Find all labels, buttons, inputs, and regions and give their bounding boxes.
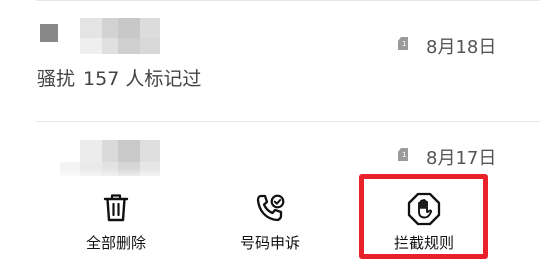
number-appeal-label: 号码申诉 bbox=[239, 234, 300, 252]
blurred-number bbox=[36, 18, 166, 58]
delete-all-label: 全部删除 bbox=[85, 234, 146, 252]
call-tag: 骚扰 bbox=[37, 68, 76, 90]
top-divider bbox=[36, 0, 540, 1]
sim-card-icon: 1 bbox=[398, 37, 408, 50]
row-divider bbox=[36, 121, 540, 122]
trash-icon bbox=[101, 192, 131, 228]
number-appeal-button[interactable]: 号码申诉 bbox=[200, 188, 340, 258]
faded-description bbox=[36, 168, 366, 184]
phone-appeal-icon bbox=[253, 192, 287, 228]
call-tag-description: 骚扰 157 人标记过 bbox=[37, 64, 201, 91]
call-date: 8月18日 bbox=[426, 37, 497, 58]
delete-all-button[interactable]: 全部删除 bbox=[46, 188, 186, 258]
highlight-box bbox=[359, 174, 488, 259]
sim-card-icon: 1 bbox=[398, 148, 408, 161]
call-date: 8月17日 bbox=[426, 148, 497, 169]
marked-suffix: 人标记过 bbox=[125, 68, 202, 90]
marked-count: 157 bbox=[83, 68, 120, 90]
